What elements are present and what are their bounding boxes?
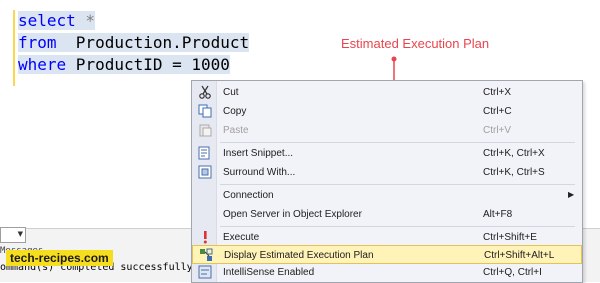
menu-item-shortcut: Ctrl+C — [483, 106, 512, 117]
menu-item-display-estimated-execution-plan[interactable]: Display Estimated Execution Plan Ctrl+Sh… — [192, 245, 582, 264]
menu-item-shortcut: Alt+F8 — [483, 209, 513, 220]
menu-separator — [220, 142, 575, 143]
keyword-from: from — [18, 33, 57, 52]
annotation-label: Estimated Execution Plan — [341, 36, 490, 51]
menu-item-paste[interactable]: Paste Ctrl+V — [192, 121, 582, 140]
snippet-icon — [198, 146, 212, 160]
menu-item-label: Cut — [223, 87, 239, 98]
menu-item-shortcut: Ctrl+K, Ctrl+X — [483, 148, 545, 159]
menu-item-label: Connection — [223, 190, 274, 201]
execute-icon — [198, 230, 212, 244]
menu-item-shortcut: Ctrl+V — [483, 125, 512, 136]
code-text: * — [75, 11, 96, 30]
code-line-3[interactable]: where ProductID = 1000 — [18, 54, 249, 76]
menu-item-cut[interactable]: Cut Ctrl+X — [192, 83, 582, 102]
menu-item-insert-snippet[interactable]: Insert Snippet... Ctrl+K, Ctrl+X — [192, 144, 582, 163]
menu-item-copy[interactable]: Copy Ctrl+C — [192, 102, 582, 121]
chevron-down-icon: ▼ — [17, 230, 23, 238]
code-text: ProductID = 1000 — [66, 55, 230, 74]
menu-item-shortcut: Ctrl+K, Ctrl+S — [483, 167, 545, 178]
code-area[interactable]: select * from Production.Product where P… — [18, 10, 250, 76]
scissors-icon — [198, 85, 212, 99]
watermark-logo: tech-recipes.com — [6, 250, 113, 266]
results-dropdown[interactable]: ▼ — [0, 227, 26, 243]
menu-item-shortcut: Ctrl+Shift+E — [483, 232, 537, 243]
menu-item-connection[interactable]: Connection ▶ — [192, 186, 582, 205]
menu-item-shortcut: Ctrl+Shift+Alt+L — [484, 250, 555, 261]
menu-item-shortcut: Ctrl+Q, Ctrl+I — [483, 267, 542, 278]
menu-separator — [220, 226, 575, 227]
menu-item-label: Display Estimated Execution Plan — [224, 250, 374, 261]
surround-icon — [198, 165, 212, 179]
menu-item-label: Insert Snippet... — [223, 148, 294, 159]
menu-item-intellisense-enabled[interactable]: IntelliSense Enabled Ctrl+Q, Ctrl+I — [192, 263, 582, 282]
execution-plan-icon — [199, 248, 213, 262]
menu-separator — [220, 184, 575, 185]
menu-item-label: Paste — [223, 125, 249, 136]
menu-item-label: Surround With... — [223, 167, 296, 178]
menu-item-label: IntelliSense Enabled — [223, 267, 315, 278]
menu-item-open-server[interactable]: Open Server in Object Explorer Alt+F8 — [192, 205, 582, 224]
context-menu[interactable]: Cut Ctrl+X Copy Ctrl+C Paste Ctrl+V Inse… — [191, 80, 583, 283]
change-margin — [13, 10, 15, 86]
copy-icon — [198, 104, 212, 118]
code-text: Production.Product — [56, 33, 250, 52]
code-line-2[interactable]: from Production.Product — [18, 32, 250, 54]
intellisense-icon — [198, 265, 212, 279]
paste-icon — [198, 123, 212, 137]
menu-item-shortcut: Ctrl+X — [483, 87, 512, 98]
menu-item-label: Copy — [223, 106, 247, 117]
menu-item-label: Open Server in Object Explorer — [223, 209, 362, 220]
keyword-where: where — [18, 55, 67, 74]
keyword-select: select — [18, 11, 76, 30]
code-line-1[interactable]: select * — [18, 10, 249, 32]
submenu-arrow-icon: ▶ — [568, 190, 575, 199]
menu-item-label: Execute — [223, 232, 260, 243]
menu-item-surround-with[interactable]: Surround With... Ctrl+K, Ctrl+S — [192, 163, 582, 182]
